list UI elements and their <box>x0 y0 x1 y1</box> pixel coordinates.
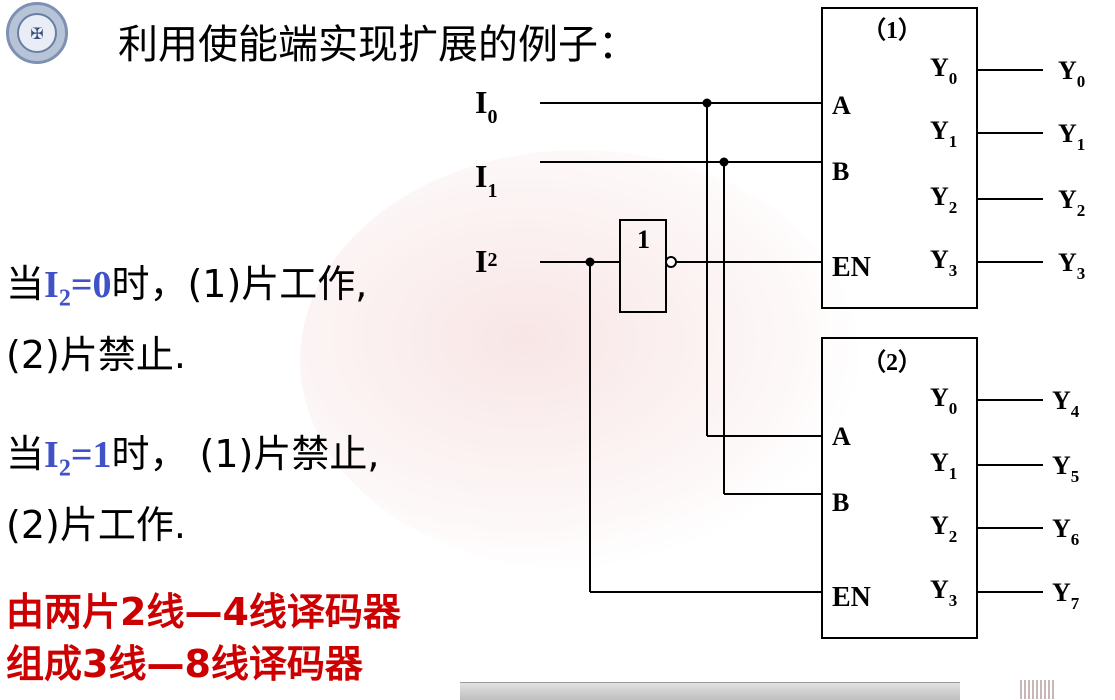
chip-2-title: （2） <box>862 349 922 376</box>
chip-1-pin-y0: Y0 <box>930 53 957 88</box>
chip-2-pin-y0: Y0 <box>930 383 957 418</box>
chip-1-pin-y1: Y1 <box>930 116 957 151</box>
chip-1-pin-b: B <box>832 157 849 186</box>
bottom-banner-image <box>460 682 960 700</box>
output-y1: Y1 <box>1058 119 1085 154</box>
circuit-diagram: I0 I1 I2 1 （1） A B EN Y0 Y1 Y2 Y3 Y0 Y1 … <box>475 7 1085 639</box>
output-y4: Y4 <box>1052 386 1080 421</box>
input-label-i0: I0 <box>475 84 497 128</box>
output-y6: Y6 <box>1052 514 1079 549</box>
output-y0: Y0 <box>1058 56 1085 91</box>
bottom-corner-mark <box>1020 680 1054 699</box>
output-y5: Y5 <box>1052 451 1079 486</box>
output-y2: Y2 <box>1058 185 1085 220</box>
inverter-label: 1 <box>637 225 650 254</box>
output-y7: Y7 <box>1052 578 1080 613</box>
input-label-i2: I2 <box>475 243 497 279</box>
chip-2-pin-y1: Y1 <box>930 448 957 483</box>
chip-2-pin-y2: Y2 <box>930 511 957 546</box>
chip-1-pin-y3: Y3 <box>930 245 957 280</box>
chip-2-pin-en: EN <box>832 582 871 613</box>
chip-2-pin-b: B <box>832 488 849 517</box>
chip-1-pin-y2: Y2 <box>930 182 957 217</box>
chip-1-pin-en: EN <box>832 252 871 283</box>
wires <box>540 7 1043 639</box>
chip-2-pin-y3: Y3 <box>930 575 957 610</box>
chip-1-pin-a: A <box>832 91 851 120</box>
output-y3: Y3 <box>1058 248 1085 283</box>
chip-2-pin-a: A <box>832 422 851 451</box>
inverter-bubble <box>665 256 677 268</box>
input-label-i1: I1 <box>475 158 497 202</box>
chip-1-title: （1） <box>862 17 922 44</box>
